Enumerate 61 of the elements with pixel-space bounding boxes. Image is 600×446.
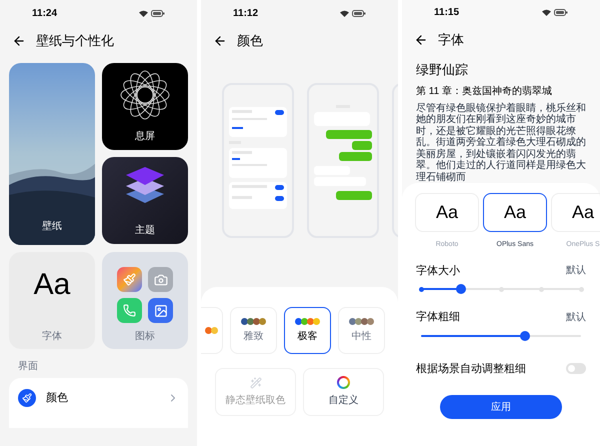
section-label: 界面 [17,360,39,374]
font-sample: Aa [34,270,70,300]
status-time: 11:12 [233,6,258,20]
slider-value: 默认 [566,264,586,278]
back-icon[interactable] [12,34,26,48]
color-action-button[interactable]: 自定义 [303,368,384,416]
slider-label: 字体粗细 [416,310,460,326]
back-icon[interactable] [213,34,227,48]
palette-option[interactable]: 雅致 [230,307,277,354]
tile-label: 息屏 [135,130,155,144]
toggle-switch[interactable] [566,363,586,374]
aod-tile[interactable]: 息屏 [102,63,188,150]
tile-label: 图标 [135,330,155,344]
page-title: 字体 [438,30,464,49]
page-title: 壁纸与个性化 [36,32,114,50]
phone-icon [117,298,142,323]
battery-icon [151,10,165,16]
slider-track[interactable] [421,284,581,294]
palette-label: 中性 [352,330,372,344]
wifi-icon [139,10,148,16]
apply-button[interactable]: 应用 [440,395,562,420]
wallpaper-tile[interactable]: 壁纸 [9,63,95,245]
font-tile[interactable]: Aa 字体 [9,252,95,349]
font-preview: Aa [483,193,547,232]
color-ring-icon [337,376,350,389]
back-icon[interactable] [414,32,428,47]
slider-thumb[interactable] [520,330,530,341]
page-title: 颜色 [237,32,263,50]
chapter-title: 第 11 章：奥兹国神奇的翡翠城 [416,84,553,99]
battery-icon [554,9,568,16]
tile-label: 字体 [42,330,62,344]
wand-icon [250,376,262,388]
icons-tile[interactable]: 图标 [102,252,188,349]
theme-tile[interactable]: 主题 [102,157,188,244]
tile-label: 主题 [135,224,155,238]
slider-track[interactable] [421,330,581,341]
camera-icon [148,267,173,292]
wifi-icon [542,9,551,16]
item-label: 颜色 [46,390,69,406]
font-preview: Aa [551,193,600,232]
palette-label: 极客 [298,330,318,344]
status-time: 11:15 [434,6,460,20]
gallery-icon [148,298,173,323]
book-title: 绿野仙踪 [416,61,469,80]
mandala-icon [119,69,171,121]
brush-icon [117,267,142,292]
settings-item[interactable]: 颜色 [9,378,188,418]
palette-option[interactable]: 极客 [284,307,331,354]
tile-label: 壁纸 [42,221,62,232]
slider-value: 默认 [566,310,586,325]
palette-icon [18,389,36,407]
slider-label: 字体大小 [416,264,460,279]
wifi-icon [340,10,349,16]
sample-paragraph: 尽管有绿色眼镜保护着眼睛，桃乐丝和她的朋友们在刚看到这座奇妙的城市时，还是被它耀眼的光芒照得眼花缭乱。街道两旁耸立着绿色大理石砌成的美丽房屋，到处镶嵌着闪闪发光的翡翠。他们走过的人行道同样是用绿色大理石铺砌而 [416,102,586,184]
toggle-label: 根据场景自动调整粗细 [416,362,526,377]
font-preview: Aa [415,193,479,232]
status-time: 11:24 [32,6,58,20]
palette-option[interactable]: 中性 [338,307,385,354]
palette-label: 雅致 [244,330,264,344]
slider-thumb[interactable] [456,284,466,294]
battery-icon [352,10,366,16]
